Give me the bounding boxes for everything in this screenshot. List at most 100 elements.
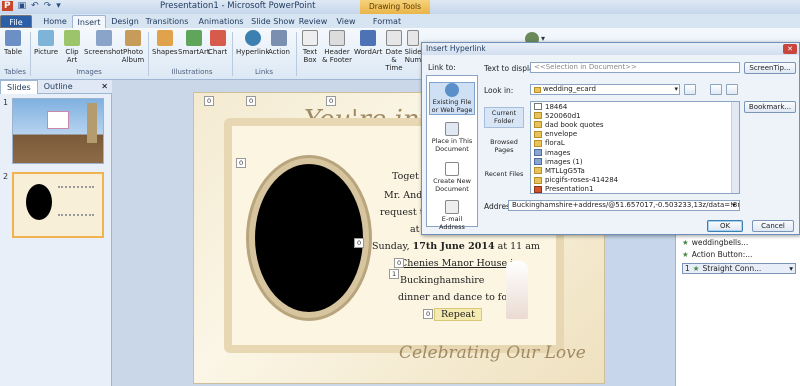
tab-format[interactable]: Format [370,15,404,28]
shapes-icon [156,30,173,46]
animation-badge: 0 [204,96,215,106]
list-item[interactable]: 520060d1 [531,111,739,120]
thumbnail-text [58,186,94,216]
customize-icon[interactable]: ▾ [56,1,61,11]
slide-number-button[interactable]: Slide Num [404,30,422,64]
smartart-button[interactable]: SmartArt [178,30,210,56]
browsed-pages-button[interactable]: Browsed Pages [484,138,524,154]
link-create-new-document[interactable]: Create New Document [429,162,475,193]
slide-number-icon [407,30,419,46]
animation-badge: 0 [423,309,434,319]
browse-file-icon[interactable] [726,84,738,95]
thumbnail-tower [87,103,97,143]
folder-icon [534,130,542,138]
up-folder-icon[interactable] [684,84,696,95]
text-box-button[interactable]: Text Box [300,30,320,64]
dropdown-arrow-icon[interactable]: ▾ [789,264,793,273]
list-item[interactable]: picgifs-roses-414284 [531,176,739,185]
tab-slide-show[interactable]: Slide Show [250,15,296,28]
ribbon-separator [30,32,31,76]
action-button[interactable]: Action [268,30,290,56]
save-icon[interactable]: ▣ [18,1,27,11]
tab-design[interactable]: Design [108,15,142,28]
animation-item[interactable]: ★ weddingbells... [682,238,748,247]
tab-animations[interactable]: Animations [196,15,246,28]
list-item[interactable]: MTLLgG5Ta [531,166,739,175]
tab-outline[interactable]: Outline [38,82,79,91]
document-icon [445,122,459,136]
tab-slides[interactable]: Slides [0,79,38,94]
group-links: Links [255,68,273,76]
shapes-button[interactable]: Shapes [152,30,178,56]
star-icon: ★ [682,250,689,259]
slide-line-venue[interactable]: Chenies Manor House in [400,258,519,269]
current-folder-button[interactable]: Current Folder [484,107,524,128]
picture-button[interactable]: Picture [34,30,58,56]
slide-thumbnail-2[interactable] [12,172,104,238]
screenshot-icon [95,30,112,46]
group-illustrations: Illustrations [171,68,213,76]
link-place-in-document[interactable]: Place in This Document [429,122,475,153]
dropdown-arrow-icon[interactable]: ▾ [732,201,736,209]
folder-icon [534,112,542,120]
tab-file[interactable]: File [0,15,32,28]
recent-files-button[interactable]: Recent Files [484,170,524,179]
undo-icon[interactable]: ↶ [31,1,39,11]
photo-album-button[interactable]: Photo Album [120,30,146,64]
header-footer-button[interactable]: Header & Footer [322,30,352,64]
wordart-button[interactable]: WordArt [354,30,382,56]
link-existing-file[interactable]: Existing File or Web Page [429,82,475,115]
animation-badge: 0 [326,96,337,106]
slide-thumbnail-1[interactable] [12,98,104,164]
file-icon [534,103,542,111]
new-document-icon [445,162,459,176]
list-item[interactable]: images (1) [531,157,739,166]
tab-transitions[interactable]: Transitions [144,15,190,28]
list-item[interactable]: floraL [531,139,739,148]
bookmark-button[interactable]: Bookmark... [744,101,796,113]
tab-home[interactable]: Home [40,15,70,28]
ok-button[interactable]: OK [707,220,743,232]
browse-web-icon[interactable] [710,84,722,95]
slide-line-at: at [410,224,420,235]
repeat-action-button[interactable]: Repeat [434,308,482,321]
animation-item-selected[interactable]: 1 ★ Straight Conn... ▾ [682,263,796,274]
list-item[interactable]: dad book quotes [531,120,739,129]
tab-view[interactable]: View [334,15,358,28]
screenshot-button[interactable]: Screenshot [84,30,123,56]
tab-insert[interactable]: Insert [72,15,106,28]
ribbon-tabs: File Home Insert Design Transitions Anim… [0,14,800,28]
tab-review[interactable]: Review [298,15,328,28]
list-item[interactable]: 18464 [531,102,739,111]
animation-item[interactable]: ★ Action Button:... [682,250,752,259]
animation-badge: 0 [246,96,257,106]
screentip-button[interactable]: ScreenTip... [744,62,796,74]
pane-tabs: Slides Outline ✕ [0,79,112,94]
clip-art-icon [64,30,80,46]
chart-button[interactable]: Chart [208,30,227,56]
text-box-icon [302,30,318,46]
list-item[interactable]: envelope [531,130,739,139]
list-item[interactable]: Presentation1 [531,185,739,193]
redo-icon[interactable]: ↷ [44,1,52,11]
table-button[interactable]: Table [4,30,22,56]
clip-art-button[interactable]: Clip Art [62,30,82,64]
text-to-display-input[interactable]: <<Selection in Document>> [530,62,740,73]
animation-badge: 0 [236,158,247,168]
link-email-address[interactable]: E-mail Address [429,200,475,231]
cancel-button[interactable]: Cancel [752,220,794,232]
picture-placeholder-oval[interactable] [249,158,369,318]
close-pane-icon[interactable]: ✕ [101,82,108,91]
date-time-button[interactable]: Date & Time [384,30,404,72]
close-icon[interactable]: ✕ [783,44,797,54]
cake-image[interactable] [506,261,528,319]
powerpoint-icon[interactable]: P [2,1,13,11]
address-input[interactable]: Buckinghamshire+address/@51.657017,-0.50… [508,200,740,211]
look-in-select[interactable]: wedding_ecard ▾ [530,84,680,95]
list-item[interactable]: images [531,148,739,157]
hyperlink-button[interactable]: Hyperlink [236,30,269,56]
thumbnail-oval [26,184,52,220]
dropdown-arrow-icon[interactable]: ▾ [674,85,678,94]
group-tables: Tables [4,68,26,76]
file-list-scrollbar[interactable] [731,102,739,193]
